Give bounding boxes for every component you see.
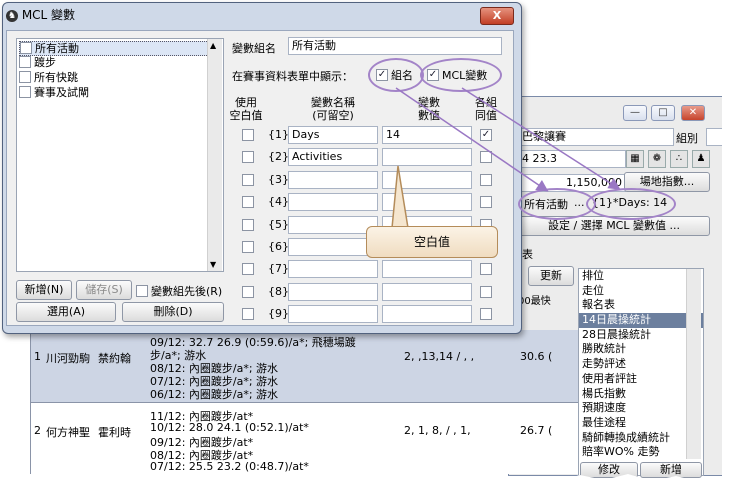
torn-edge <box>0 474 736 496</box>
right-margin <box>722 0 736 496</box>
blank-value-callout: 空白值 <box>366 226 498 258</box>
